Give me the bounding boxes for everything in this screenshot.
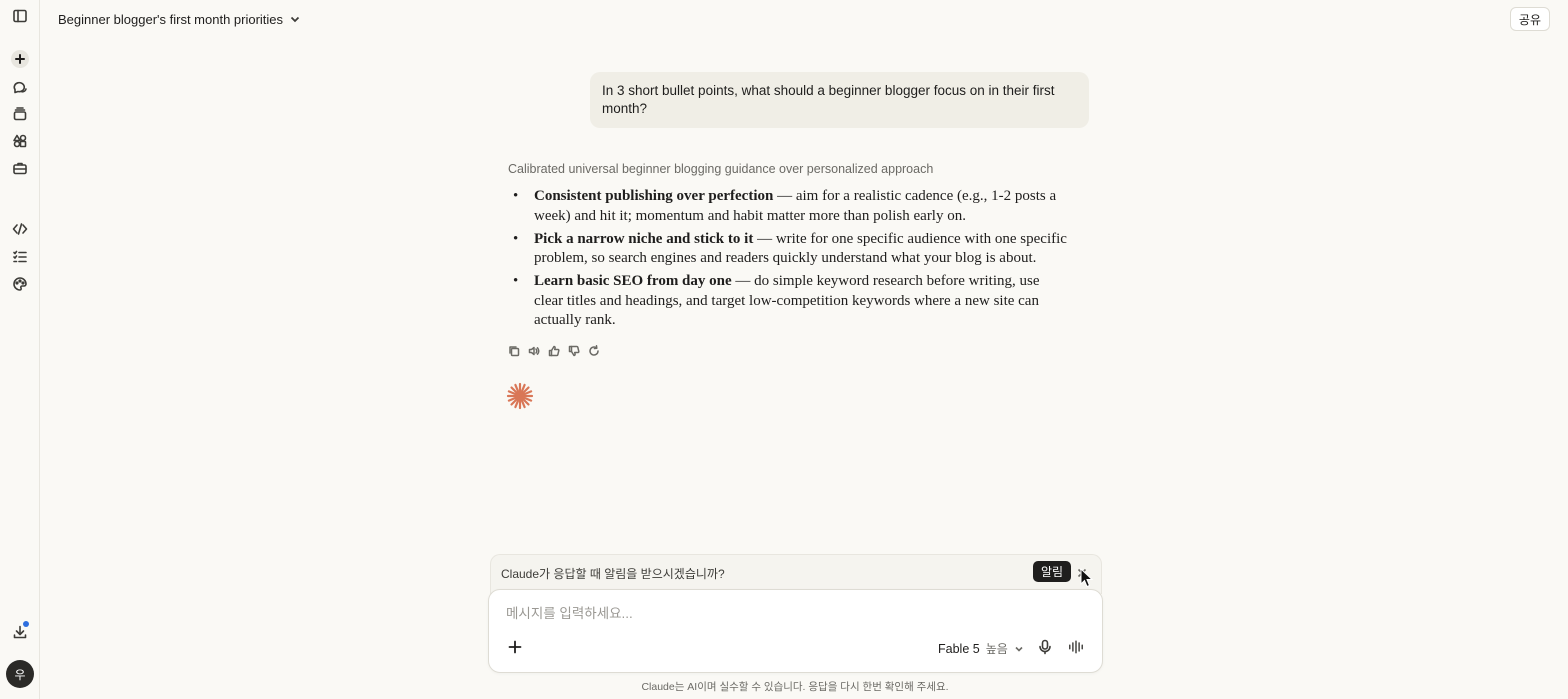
thumbs-up-icon[interactable]: [547, 344, 561, 358]
projects-icon[interactable]: [11, 105, 29, 123]
code-icon[interactable]: [11, 220, 29, 238]
plus-icon: [15, 54, 25, 64]
model-level: 높음: [985, 642, 1008, 656]
enable-notifications-button[interactable]: 알림: [1033, 561, 1072, 582]
copy-icon[interactable]: [507, 344, 521, 358]
bullet-heading: Pick a narrow niche and stick to it: [534, 230, 754, 247]
user-message: In 3 short bullet points, what should a …: [590, 72, 1089, 128]
message-actions: [507, 344, 601, 358]
mouse-cursor-icon: [1080, 568, 1094, 588]
page-title: Beginner blogger's first month prioritie…: [58, 11, 284, 27]
artifacts-icon[interactable]: [11, 132, 29, 150]
assistant-message: Consistent publishing over perfection — …: [508, 187, 1068, 334]
palette-icon[interactable]: [11, 275, 29, 293]
plus-icon: [508, 640, 522, 654]
sidebar: 우: [0, 0, 40, 699]
thumbs-down-icon[interactable]: [567, 344, 581, 358]
bullet-list: Consistent publishing over perfection — …: [508, 187, 1068, 331]
notification-banner: Claude가 응답할 때 알림을 받으시겠습니까? 알림: [490, 554, 1102, 594]
model-name: Fable 5: [938, 641, 980, 656]
microphone-icon[interactable]: [1037, 639, 1053, 655]
thinking-summary[interactable]: Calibrated universal beginner blogging g…: [508, 162, 933, 176]
list-item: Learn basic SEO from day one — do simple…: [508, 272, 1068, 331]
retry-icon[interactable]: [587, 344, 601, 358]
list-item: Pick a narrow niche and stick to it — wr…: [508, 230, 1068, 269]
share-button[interactable]: 공유: [1509, 7, 1550, 31]
model-selector[interactable]: Fable 5 높음: [938, 640, 1024, 657]
bullet-heading: Consistent publishing over perfection: [534, 188, 774, 204]
notification-text: Claude가 응답할 때 알림을 받으시겠습니까?: [501, 567, 725, 581]
message-composer: Fable 5 높음: [488, 589, 1103, 673]
footer-disclaimer: Claude는 AI이며 실수할 수 있습니다. 응답을 다시 한번 확인해 주…: [641, 681, 949, 693]
voice-mode-icon[interactable]: [1068, 639, 1086, 655]
message-input[interactable]: [506, 606, 1066, 621]
sidebar-toggle-icon[interactable]: [11, 7, 29, 25]
chevron-down-icon: [1015, 646, 1023, 652]
chat-icon[interactable]: [11, 78, 29, 96]
list-icon[interactable]: [11, 248, 29, 266]
list-item: Consistent publishing over perfection — …: [508, 187, 1068, 226]
attach-button[interactable]: [508, 640, 524, 656]
briefcase-icon[interactable]: [11, 159, 29, 177]
claude-spark-icon: [506, 382, 534, 410]
chevron-down-icon: [290, 16, 300, 23]
speaker-icon[interactable]: [527, 344, 541, 358]
app-window: 우 Beginner blogger's first month priorit…: [0, 0, 1568, 699]
bullet-heading: Learn basic SEO from day one: [534, 273, 732, 289]
new-chat-button[interactable]: [11, 50, 29, 68]
chat-title-dropdown[interactable]: Beginner blogger's first month prioritie…: [58, 10, 301, 28]
update-dot: [23, 621, 29, 627]
